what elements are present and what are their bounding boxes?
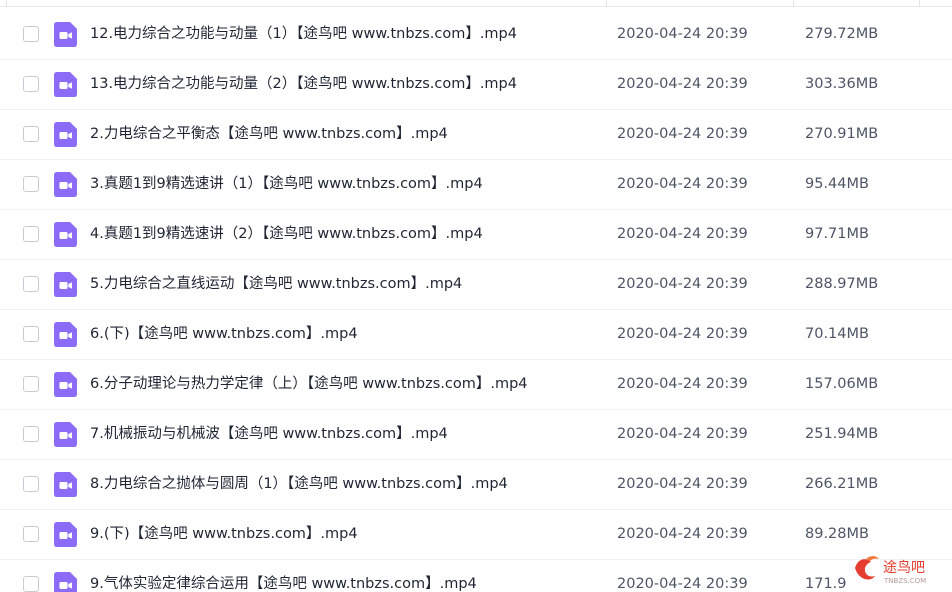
row-checkbox[interactable] [23,276,39,292]
column-separator [919,0,920,7]
row-checkbox[interactable] [23,576,39,592]
bird-logo-icon: 途鸟吧 TNBZS.COM [855,556,926,585]
file-modified-date: 2020-04-24 20:39 [617,326,748,342]
row-checkbox[interactable] [23,376,39,392]
file-name[interactable]: 4.真题1到9精选速讲（2）【途鸟吧 www.tnbzs.com】.mp4 [90,224,483,244]
site-watermark: 途鸟吧 TNBZS.COM [848,548,944,588]
table-row[interactable]: 9.气体实验定律综合运用【途鸟吧 www.tnbzs.com】.mp4 2020-… [0,560,952,592]
row-checkbox[interactable] [23,176,39,192]
file-name[interactable]: 6.(下)【途鸟吧 www.tnbzs.com】.mp4 [90,324,358,344]
file-size: 303.36MB [805,76,879,92]
video-file-icon [54,122,77,147]
file-modified-date: 2020-04-24 20:39 [617,276,748,292]
file-modified-date: 2020-04-24 20:39 [617,226,748,242]
file-modified-date: 2020-04-24 20:39 [617,176,748,192]
watermark-title: 途鸟吧 [883,559,925,576]
watermark-subtitle: TNBZS.COM [883,577,926,585]
row-checkbox[interactable] [23,476,39,492]
table-row[interactable]: 9.(下)【途鸟吧 www.tnbzs.com】.mp4 2020-04-24 2… [0,510,952,560]
row-checkbox[interactable] [23,526,39,542]
table-row[interactable]: 8.力电综合之抛体与圆周（1）【途鸟吧 www.tnbzs.com】.mp4 20… [0,460,952,510]
file-modified-date: 2020-04-24 20:39 [617,426,748,442]
column-separator [793,0,794,7]
table-row[interactable]: 4.真题1到9精选速讲（2）【途鸟吧 www.tnbzs.com】.mp4 202… [0,210,952,260]
file-modified-date: 2020-04-24 20:39 [617,576,748,592]
table-row[interactable]: 3.真题1到9精选速讲（1）【途鸟吧 www.tnbzs.com】.mp4 202… [0,160,952,210]
file-size: 251.94MB [805,426,879,442]
file-name[interactable]: 6.分子动理论与热力学定律（上）【途鸟吧 www.tnbzs.com】.mp4 [90,374,528,394]
file-modified-date: 2020-04-24 20:39 [617,126,748,142]
file-name[interactable]: 3.真题1到9精选速讲（1）【途鸟吧 www.tnbzs.com】.mp4 [90,174,483,194]
table-row[interactable]: 2.力电综合之平衡态【途鸟吧 www.tnbzs.com】.mp4 2020-04… [0,110,952,160]
file-name[interactable]: 8.力电综合之抛体与圆周（1）【途鸟吧 www.tnbzs.com】.mp4 [90,474,508,494]
file-size: 270.91MB [805,126,879,142]
file-size: 279.72MB [805,26,879,42]
file-size: 266.21MB [805,476,879,492]
file-name[interactable]: 7.机械振动与机械波【途鸟吧 www.tnbzs.com】.mp4 [90,424,448,444]
file-size: 89.28MB [805,526,869,542]
file-name[interactable]: 2.力电综合之平衡态【途鸟吧 www.tnbzs.com】.mp4 [90,124,448,144]
file-size: 171.9 [805,576,847,592]
video-file-icon [54,472,77,497]
video-file-icon [54,272,77,297]
file-modified-date: 2020-04-24 20:39 [617,26,748,42]
file-rows: 12.电力综合之功能与动量（1）【途鸟吧 www.tnbzs.com】.mp4 2… [0,10,952,592]
video-file-icon [54,522,77,547]
file-size: 157.06MB [805,376,879,392]
column-separator [606,0,607,7]
file-modified-date: 2020-04-24 20:39 [617,76,748,92]
row-checkbox[interactable] [23,126,39,142]
table-row[interactable]: 12.电力综合之功能与动量（1）【途鸟吧 www.tnbzs.com】.mp4 2… [0,10,952,60]
table-row[interactable]: 13.电力综合之功能与动量（2）【途鸟吧 www.tnbzs.com】.mp4 2… [0,60,952,110]
video-file-icon [54,372,77,397]
file-modified-date: 2020-04-24 20:39 [617,526,748,542]
video-file-icon [54,422,77,447]
row-checkbox[interactable] [23,226,39,242]
column-separator [6,0,7,7]
file-name[interactable]: 13.电力综合之功能与动量（2）【途鸟吧 www.tnbzs.com】.mp4 [90,74,517,94]
file-name[interactable]: 5.力电综合之直线运动【途鸟吧 www.tnbzs.com】.mp4 [90,274,462,294]
table-row[interactable]: 5.力电综合之直线运动【途鸟吧 www.tnbzs.com】.mp4 2020-0… [0,260,952,310]
video-file-icon [54,72,77,97]
row-checkbox[interactable] [23,426,39,442]
row-checkbox[interactable] [23,76,39,92]
table-row[interactable]: 6.分子动理论与热力学定律（上）【途鸟吧 www.tnbzs.com】.mp4 2… [0,360,952,410]
table-row[interactable]: 6.(下)【途鸟吧 www.tnbzs.com】.mp4 2020-04-24 2… [0,310,952,360]
video-file-icon [54,322,77,347]
video-file-icon [54,572,77,592]
file-name[interactable]: 9.(下)【途鸟吧 www.tnbzs.com】.mp4 [90,524,358,544]
video-file-icon [54,172,77,197]
video-file-icon [54,222,77,247]
row-checkbox[interactable] [23,26,39,42]
file-size: 95.44MB [805,176,869,192]
file-modified-date: 2020-04-24 20:39 [617,376,748,392]
table-header-edge [0,0,952,7]
file-size: 288.97MB [805,276,879,292]
file-modified-date: 2020-04-24 20:39 [617,476,748,492]
file-name[interactable]: 9.气体实验定律综合运用【途鸟吧 www.tnbzs.com】.mp4 [90,574,477,592]
file-size: 70.14MB [805,326,869,342]
video-file-icon [54,22,77,47]
file-list: 12.电力综合之功能与动量（1）【途鸟吧 www.tnbzs.com】.mp4 2… [0,0,952,592]
file-size: 97.71MB [805,226,869,242]
row-checkbox[interactable] [23,326,39,342]
table-row[interactable]: 7.机械振动与机械波【途鸟吧 www.tnbzs.com】.mp4 2020-04… [0,410,952,460]
file-name[interactable]: 12.电力综合之功能与动量（1）【途鸟吧 www.tnbzs.com】.mp4 [90,24,517,44]
